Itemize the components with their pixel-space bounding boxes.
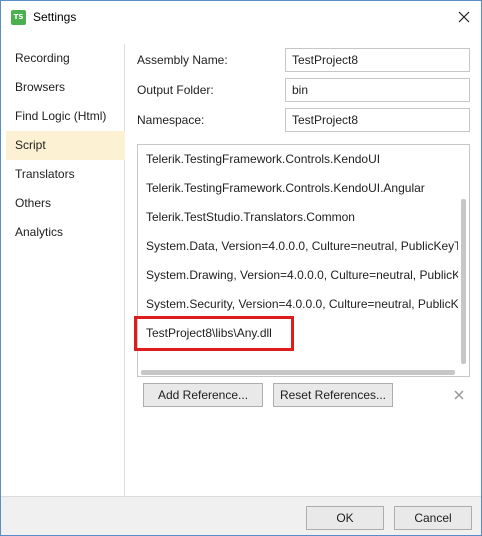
- reference-item[interactable]: System.Drawing, Version=4.0.0.0, Culture…: [146, 265, 458, 285]
- reset-references-button[interactable]: Reset References...: [273, 383, 393, 407]
- sidebar-item-find-logic[interactable]: Find Logic (Html): [6, 102, 125, 131]
- sidebar-item-script[interactable]: Script: [6, 131, 125, 160]
- sidebar-item-others[interactable]: Others: [6, 189, 125, 218]
- sidebar-item-browsers[interactable]: Browsers: [6, 73, 125, 102]
- cancel-button[interactable]: Cancel: [394, 506, 472, 530]
- reference-item[interactable]: Telerik.TestingFramework.Controls.KendoU…: [146, 149, 458, 169]
- close-button[interactable]: [447, 3, 481, 31]
- references-vertical-scrollbar[interactable]: [461, 199, 466, 364]
- remove-icon: [454, 390, 464, 400]
- dialog-footer: OK Cancel: [1, 496, 481, 535]
- sidebar-item-recording[interactable]: Recording: [6, 44, 125, 73]
- assembly-name-label: Assembly Name:: [137, 53, 228, 67]
- ok-button[interactable]: OK: [306, 506, 384, 530]
- sidebar-item-translators[interactable]: Translators: [6, 160, 125, 189]
- references-horizontal-scrollbar[interactable]: [141, 370, 455, 375]
- title-bar: TS Settings: [1, 1, 481, 33]
- references-list[interactable]: Telerik.TestingFramework.Controls.KendoU…: [137, 144, 470, 377]
- window-title: Settings: [33, 10, 77, 24]
- remove-reference-button[interactable]: [452, 388, 466, 402]
- namespace-label: Namespace:: [137, 113, 205, 127]
- reference-item-any-dll[interactable]: TestProject8\libs\Any.dll: [146, 323, 458, 343]
- test-studio-logo-icon: TS: [11, 10, 26, 25]
- assembly-name-input[interactable]: [285, 48, 470, 72]
- reference-item[interactable]: System.Data, Version=4.0.0.0, Culture=ne…: [146, 236, 458, 256]
- sidebar-item-analytics[interactable]: Analytics: [6, 218, 125, 247]
- reference-item[interactable]: Telerik.TestStudio.Translators.Common: [146, 207, 458, 227]
- output-folder-input[interactable]: [285, 78, 470, 102]
- output-folder-label: Output Folder:: [137, 83, 214, 97]
- settings-nav: Recording Browsers Find Logic (Html) Scr…: [1, 44, 125, 496]
- namespace-input[interactable]: [285, 108, 470, 132]
- settings-dialog: TS Settings Recording Browsers Find Logi…: [0, 0, 482, 536]
- close-icon: [458, 11, 470, 23]
- add-reference-button[interactable]: Add Reference...: [143, 383, 263, 407]
- reference-item[interactable]: Telerik.TestingFramework.Controls.KendoU…: [146, 178, 458, 198]
- reference-item[interactable]: System.Security, Version=4.0.0.0, Cultur…: [146, 294, 458, 314]
